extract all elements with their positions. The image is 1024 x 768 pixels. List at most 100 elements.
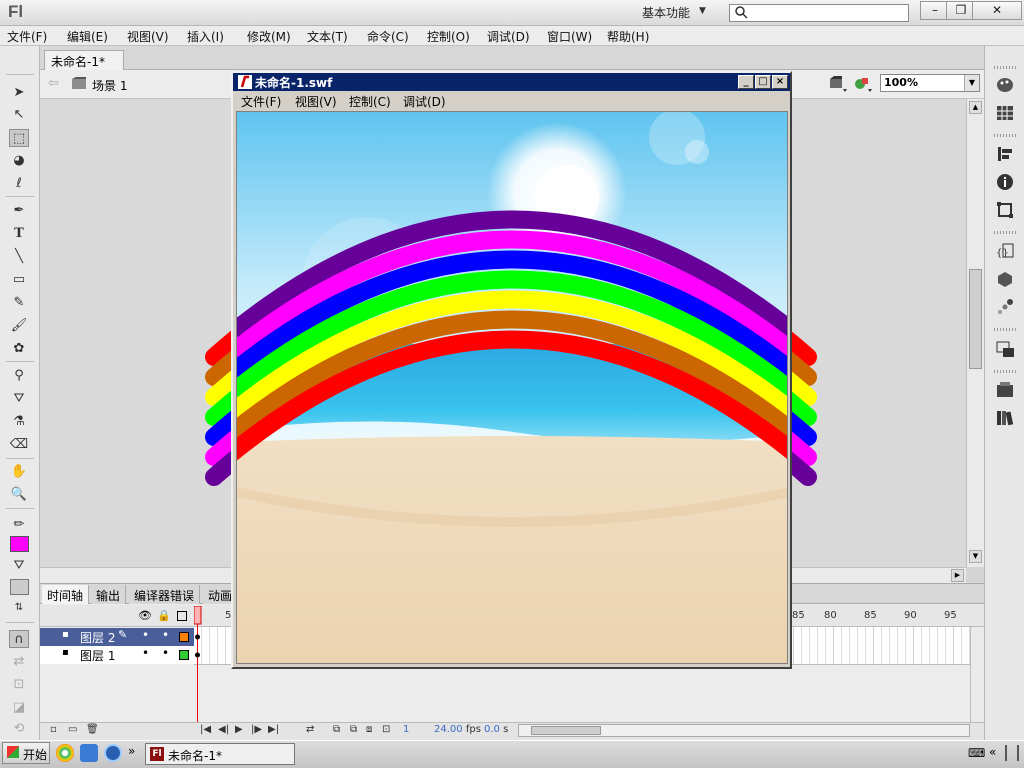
swf-close-button[interactable]: × [772,75,788,89]
settings-icon[interactable] [104,744,122,762]
brush-tool-icon[interactable]: 🖌 [9,317,29,335]
scale-icon[interactable]: ◪ [9,699,29,717]
timeline-horizontal-scrollbar[interactable] [518,724,970,737]
document-tab[interactable]: 未命名-1* × [44,50,124,84]
go-first-icon[interactable]: |◀ [200,724,211,735]
media-player-icon[interactable] [56,744,74,762]
fill-bucket-icon[interactable]: ⛛ [9,557,29,575]
scroll-up-icon[interactable]: ▲ [969,101,982,114]
lock-dot[interactable]: • [162,646,169,660]
loop-icon[interactable]: ⇄ [306,724,314,735]
pen-tool-icon[interactable]: ✒ [9,202,29,220]
visible-dot[interactable]: • [142,646,149,660]
swf-menu-control[interactable]: 控制(C) [349,93,391,110]
menu-control[interactable]: 控制(O) [427,28,470,45]
snap-magnet-icon[interactable]: ∩ [9,630,29,648]
lasso-tool-icon[interactable]: ℓ [9,175,29,193]
stage-vertical-scrollbar[interactable]: ▲ ▼ [966,99,984,567]
onion-skin-icon[interactable]: ⧉ [333,724,340,735]
layer-row-2[interactable]: ▪ 图层 2 ✎ • • [40,628,194,646]
menu-help[interactable]: 帮助(H) [607,28,649,45]
info-icon[interactable] [995,173,1015,191]
library-books-icon[interactable] [995,409,1015,427]
eraser-tool-icon[interactable]: ⌫ [9,436,29,454]
frame-rate[interactable]: 24.00 fps [434,724,481,735]
library-icon[interactable] [995,340,1015,358]
layer-color-swatch[interactable] [179,632,189,642]
onion-outline-icon[interactable]: ⧉ [350,724,357,735]
swf-content[interactable] [236,111,788,664]
chevron-down-icon[interactable]: ▼ [699,6,706,16]
selection-tool-icon[interactable]: ➤ [9,84,29,102]
free-transform-tool-icon[interactable]: ⬚ [9,129,29,147]
onion-markers-icon[interactable]: ⊡ [382,724,390,735]
scroll-right-icon[interactable]: ▶ [951,569,964,582]
rotate-icon[interactable]: ⟲ [9,720,29,738]
scroll-down-icon[interactable]: ▼ [969,550,982,563]
quick-launch-chevron[interactable]: » [128,744,135,758]
bone-tool-icon[interactable]: ⚲ [9,367,29,385]
stroke-color-icon[interactable]: ✏ [9,516,29,534]
play-icon[interactable]: ▶ [235,724,243,735]
layer-color-swatch[interactable] [179,650,189,660]
pencil-tool-icon[interactable]: ✎ [9,294,29,312]
browser-icon[interactable] [80,744,98,762]
straighten-icon[interactable]: ⊡ [9,676,29,694]
show-desktop-icon[interactable] [1005,745,1019,761]
start-button[interactable]: 开始 [2,742,50,764]
color-palette-icon[interactable] [995,76,1015,94]
menu-view[interactable]: 视图(V) [127,28,169,45]
go-last-icon[interactable]: ▶| [268,724,279,735]
tab-compiler-errors[interactable]: 编译器错误 [129,585,201,604]
fill-color-box[interactable] [10,579,29,595]
swatches-icon[interactable] [995,104,1015,122]
scroll-thumb[interactable] [969,269,982,369]
swf-menu-view[interactable]: 视图(V) [295,93,337,110]
swf-menu-file[interactable]: 文件(F) [241,93,281,110]
timeline-vertical-scrollbar[interactable] [970,627,984,722]
tray-chevron-icon[interactable]: « [989,745,996,759]
rectangle-tool-icon[interactable]: ▭ [9,271,29,289]
outline-icon[interactable] [177,611,187,621]
menu-text[interactable]: 文本(T) [307,28,348,45]
motion-presets-icon[interactable] [995,298,1015,316]
edit-scene-icon[interactable] [828,75,848,93]
swf-minimize-button[interactable]: _ [738,75,754,89]
zoom-tool-icon[interactable]: 🔍 [9,486,29,504]
lock-dot[interactable]: • [162,628,169,642]
layer-row-1[interactable]: ▪ 图层 1 • • [40,646,194,664]
step-back-icon[interactable]: ◀| [218,724,229,735]
back-arrow-icon[interactable]: ⇦ [48,76,59,91]
eye-icon[interactable]: 👁 [138,609,152,622]
workspace-switcher[interactable]: 基本功能 [642,4,690,21]
playhead[interactable] [194,606,202,734]
step-forward-icon[interactable]: |▶ [251,724,262,735]
menu-insert[interactable]: 插入(I) [187,28,224,45]
swf-menu-debug[interactable]: 调试(D) [403,93,446,110]
hand-tool-icon[interactable]: ✋ [9,463,29,481]
menu-window[interactable]: 窗口(W) [547,28,592,45]
paint-bucket-tool-icon[interactable]: ⛛ [9,390,29,408]
subselection-tool-icon[interactable]: ↖ [9,106,29,124]
edit-symbols-icon[interactable] [853,75,873,93]
scene-label[interactable]: 场景 1 [92,77,127,94]
taskbar-item-flash[interactable]: Fl 未命名-1* [145,743,295,765]
align-icon[interactable] [995,145,1015,163]
keyboard-icon[interactable]: ⌨ [968,746,985,760]
visible-dot[interactable]: • [142,628,149,642]
fill-color-swatch[interactable] [10,536,29,552]
properties-icon[interactable] [995,381,1015,399]
3d-rotation-tool-icon[interactable]: ◕ [9,152,29,170]
menu-modify[interactable]: 修改(M) [247,28,291,45]
line-tool-icon[interactable]: ╲ [9,248,29,266]
swf-maximize-button[interactable]: □ [755,75,771,89]
smooth-icon[interactable]: ⇄ [9,653,29,671]
new-layer-icon[interactable]: ▫ [50,724,57,735]
new-folder-icon[interactable]: ▭ [68,724,77,735]
tab-output[interactable]: 输出 [91,585,127,604]
tab-timeline[interactable]: 时间轴 [42,585,90,604]
menu-commands[interactable]: 命令(C) [367,28,409,45]
components-icon[interactable] [995,270,1015,288]
eyedropper-tool-icon[interactable]: ⚗ [9,413,29,431]
scroll-thumb[interactable] [531,726,601,735]
